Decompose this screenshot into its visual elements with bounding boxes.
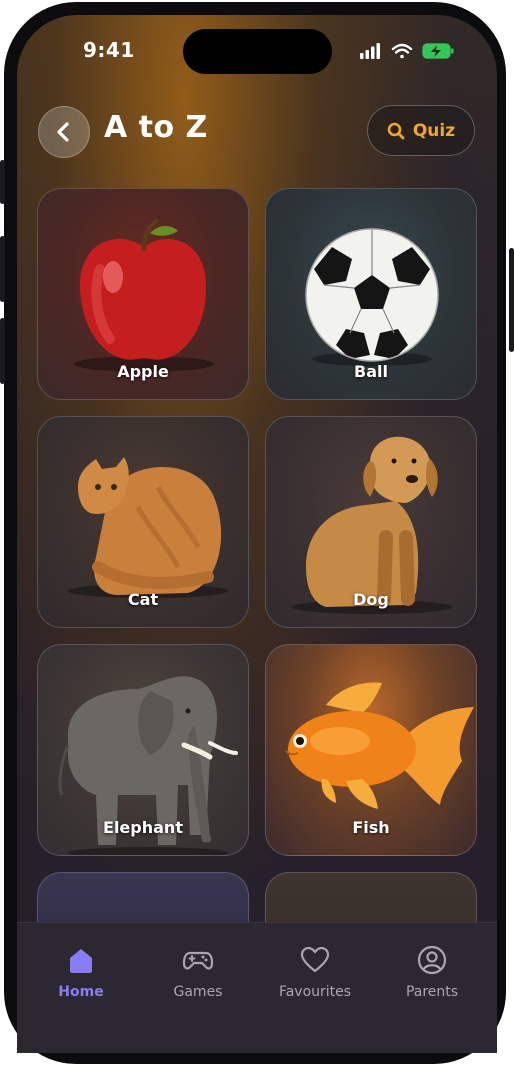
wifi-icon (391, 43, 413, 59)
card-partial-right[interactable] (265, 872, 477, 922)
tab-label: Home (58, 984, 104, 1000)
signal-icon (360, 43, 380, 59)
heart-icon (300, 946, 330, 973)
quiz-label: Quiz (412, 120, 456, 141)
card-label: Elephant (103, 818, 183, 837)
side-button-volume-up (0, 236, 5, 302)
card-label: Fish (352, 818, 390, 837)
card-label: Dog (353, 590, 389, 609)
side-button-power (509, 248, 514, 352)
chevron-left-icon (57, 122, 69, 142)
tab-label: Parents (405, 984, 459, 1000)
user-circle-icon (417, 945, 447, 975)
tab-label: Favourites (278, 984, 352, 1000)
card-label: Apple (117, 362, 169, 381)
tab-bar: Home Games Favourites Parents (17, 922, 497, 1053)
battery-icon (422, 43, 454, 59)
side-button-mute (0, 160, 5, 204)
status-icons (360, 42, 460, 60)
card-apple[interactable]: Apple (37, 188, 249, 400)
card-elephant[interactable]: Elephant (37, 644, 249, 856)
back-button[interactable] (38, 106, 90, 158)
card-label: Ball (354, 362, 388, 381)
home-icon (70, 949, 92, 973)
card-label: Cat (127, 590, 159, 609)
side-button-volume-down (0, 318, 5, 384)
gamepad-icon (182, 951, 214, 970)
tab-parents[interactable]: Parents (377, 941, 487, 1000)
card-ball[interactable]: Ball (265, 188, 477, 400)
quiz-button[interactable]: Quiz (367, 105, 475, 156)
dynamic-island (183, 29, 332, 74)
card-partial-left[interactable] (37, 872, 249, 922)
tab-favourites[interactable]: Favourites (260, 941, 370, 1000)
tab-label: Games (173, 984, 223, 1000)
page-title: A to Z (104, 110, 208, 145)
tab-games[interactable]: Games (143, 941, 253, 1000)
status-time: 9:41 (83, 38, 135, 62)
tab-home[interactable]: Home (26, 941, 136, 1000)
card-fish[interactable]: Fish (265, 644, 477, 856)
search-icon (387, 122, 405, 139)
card-dog[interactable]: Dog (265, 416, 477, 628)
card-cat[interactable]: Cat (37, 416, 249, 628)
